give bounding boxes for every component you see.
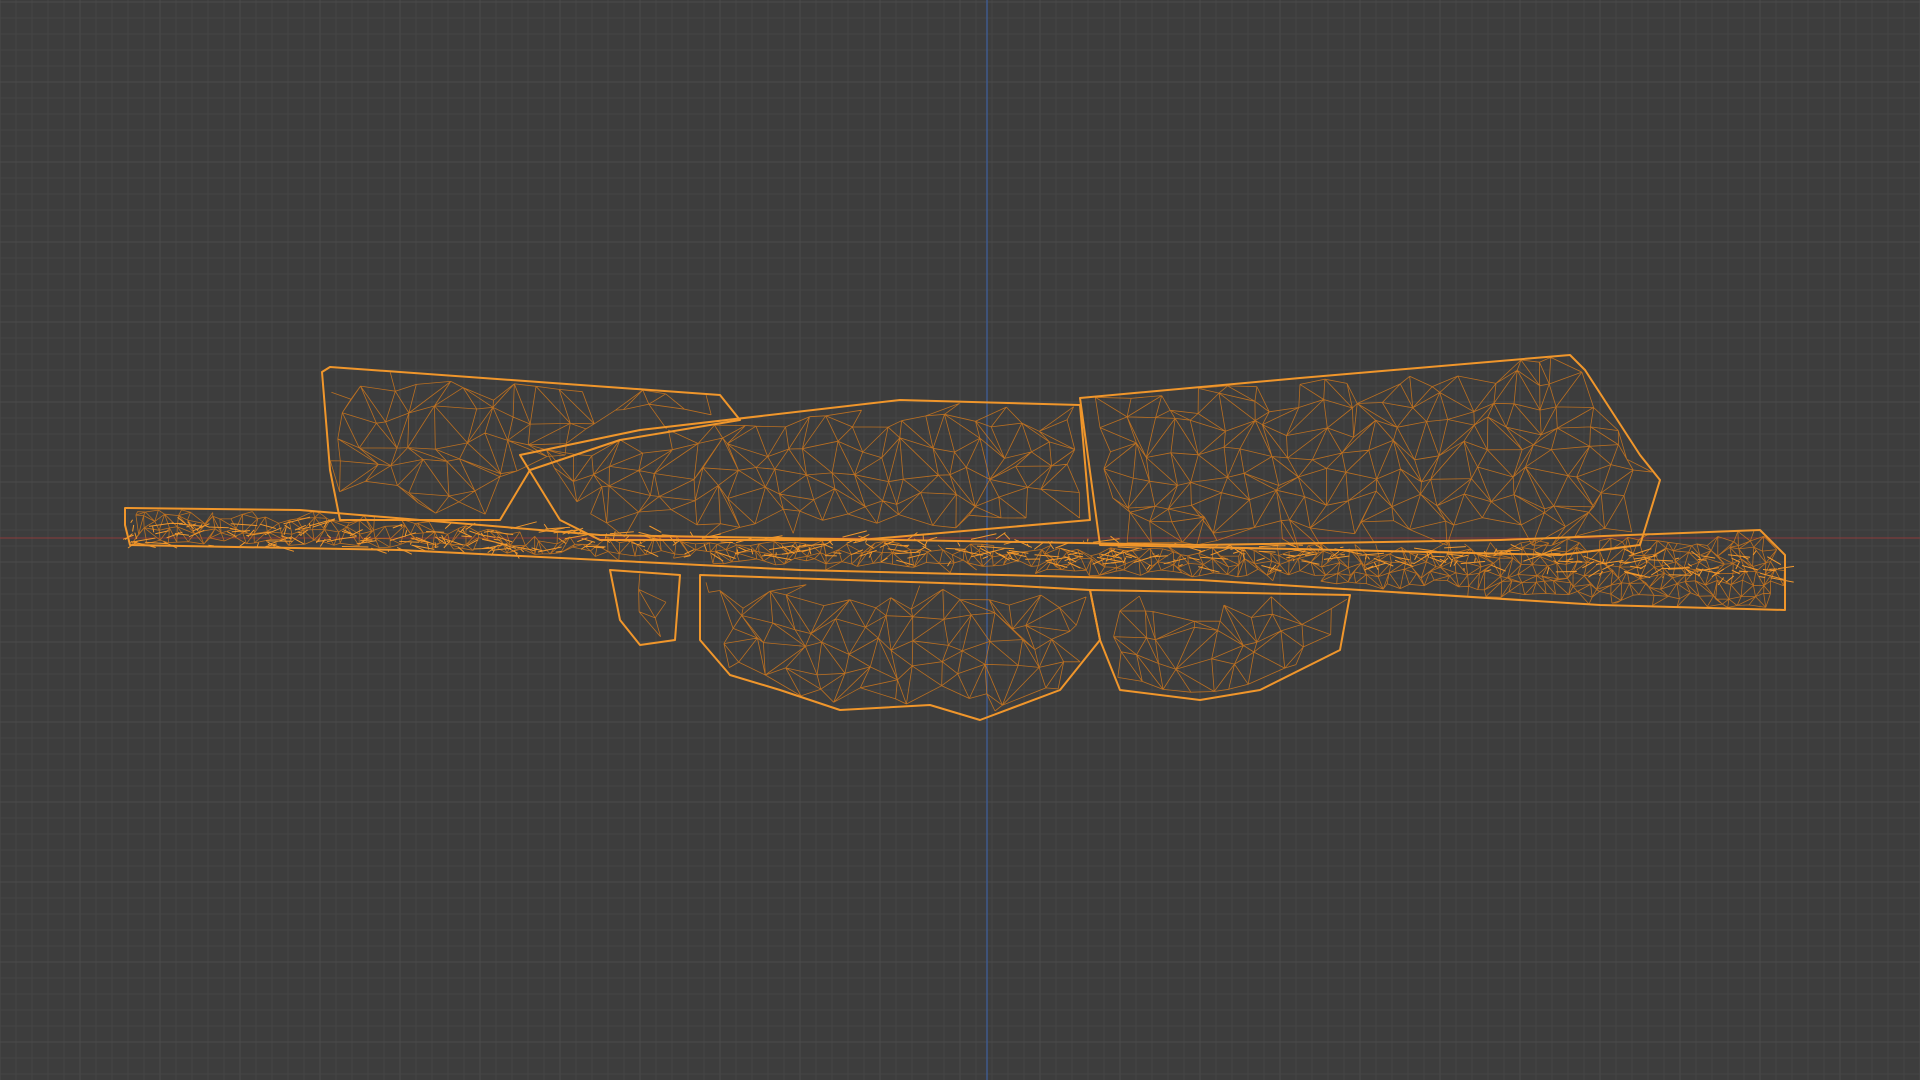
mesh-outline-part	[609, 569, 681, 646]
mesh-edges	[131, 357, 1785, 712]
3d-viewport[interactable]	[0, 0, 1920, 1080]
mesh-triangles	[122, 357, 1795, 712]
mesh-silhouette	[124, 354, 1786, 721]
wireframe-mesh[interactable]	[0, 0, 1920, 1080]
